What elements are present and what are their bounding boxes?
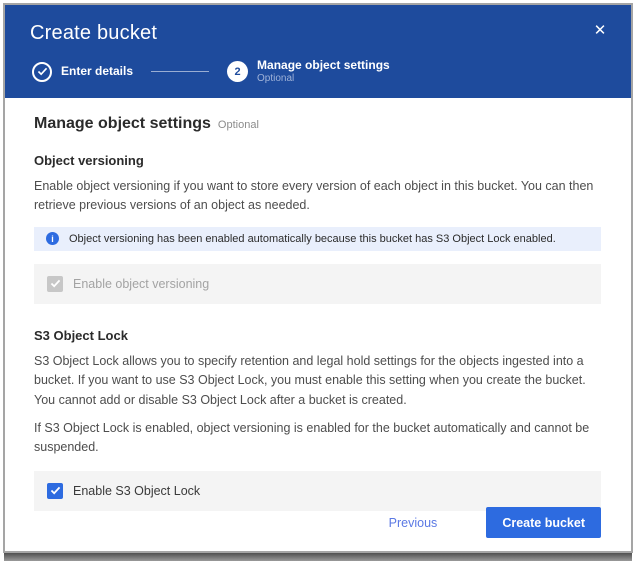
info-icon: i xyxy=(46,232,59,245)
enable-s3-object-lock-checkbox[interactable] xyxy=(47,483,63,499)
create-bucket-button[interactable]: Create bucket xyxy=(486,507,601,538)
page-title: Manage object settings Optional xyxy=(34,115,601,133)
s3-object-lock-heading: S3 Object Lock xyxy=(34,328,601,343)
page-title-optional-label: Optional xyxy=(218,119,259,131)
modal-header: Create bucket ✕ Enter details 2 xyxy=(5,5,631,98)
step-connector xyxy=(151,71,209,72)
previous-button[interactable]: Previous xyxy=(389,516,438,530)
step-sublabel: Optional xyxy=(257,72,390,85)
wizard-stepper: Enter details 2 Manage object settings O… xyxy=(30,58,607,85)
enable-object-versioning-checkbox xyxy=(47,276,63,292)
modal-footer: Previous Create bucket xyxy=(389,507,601,538)
step-number-badge: 2 xyxy=(227,61,248,82)
step-enter-details[interactable]: Enter details xyxy=(32,62,133,82)
enable-s3-object-lock-row: Enable S3 Object Lock xyxy=(34,471,601,511)
page-title-text: Manage object settings xyxy=(34,115,211,133)
enable-object-versioning-row: Enable object versioning xyxy=(34,264,601,304)
step-manage-object-settings: 2 Manage object settings Optional xyxy=(227,58,390,85)
s3-object-lock-description-1: S3 Object Lock allows you to specify ret… xyxy=(34,352,601,410)
check-icon xyxy=(50,279,61,288)
window-bottom-shadow xyxy=(4,553,632,561)
object-versioning-description: Enable object versioning if you want to … xyxy=(34,177,601,216)
info-banner: i Object versioning has been enabled aut… xyxy=(34,227,601,251)
step-label: Enter details xyxy=(61,64,133,78)
info-banner-text: Object versioning has been enabled autom… xyxy=(69,233,556,245)
modal-body: Manage object settings Optional Object v… xyxy=(5,98,631,511)
object-versioning-heading: Object versioning xyxy=(34,153,601,168)
create-bucket-modal: Create bucket ✕ Enter details 2 xyxy=(3,3,633,553)
close-icon: ✕ xyxy=(594,23,607,38)
check-icon xyxy=(50,486,61,495)
s3-object-lock-description-2: If S3 Object Lock is enabled, object ver… xyxy=(34,419,601,458)
step-label: Manage object settings xyxy=(257,58,390,72)
checkbox-label: Enable S3 Object Lock xyxy=(73,484,200,498)
close-button[interactable]: ✕ xyxy=(589,19,611,41)
check-icon xyxy=(37,67,48,76)
step-complete-check-icon xyxy=(32,62,52,82)
screen: Create bucket ✕ Enter details 2 xyxy=(0,0,637,564)
modal-title: Create bucket xyxy=(30,22,607,45)
checkbox-label: Enable object versioning xyxy=(73,277,209,291)
